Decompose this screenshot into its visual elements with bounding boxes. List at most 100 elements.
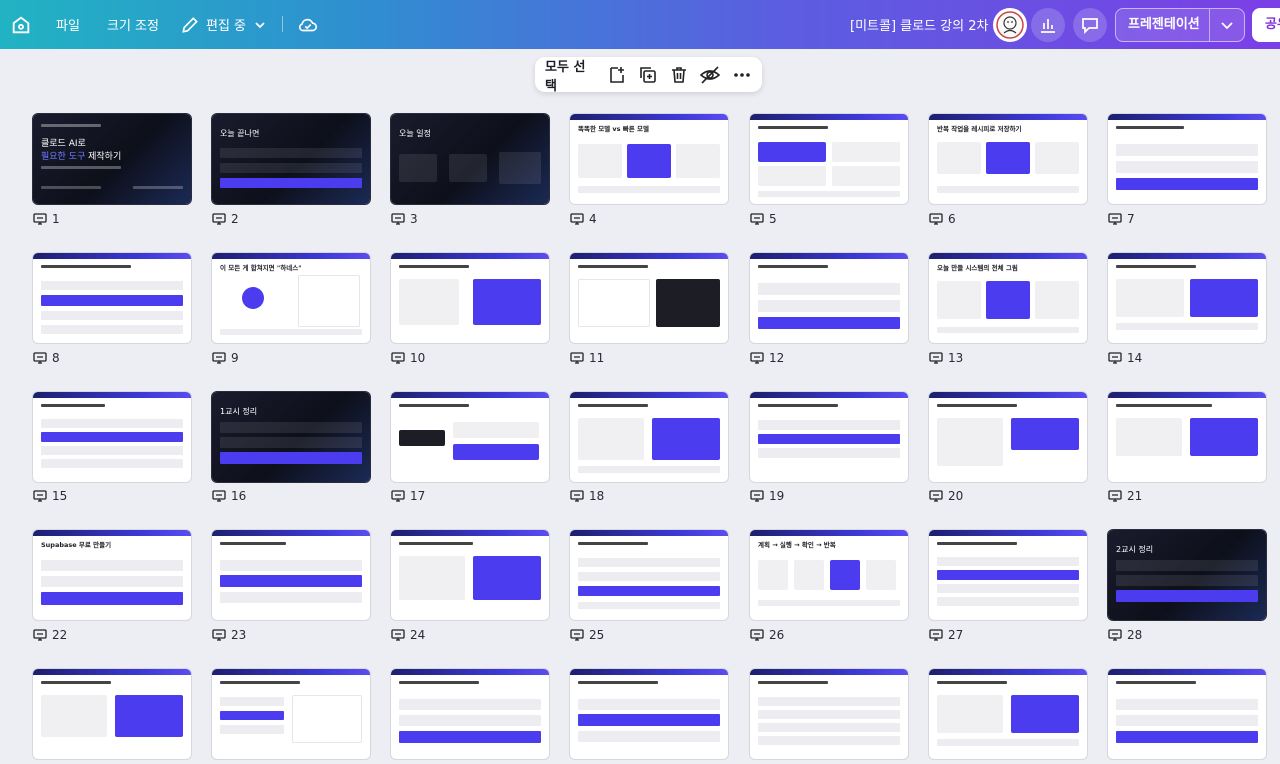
slide-thumbnail-1[interactable]: 클로드 AI로 필요한 도구 제작하기 (33, 114, 191, 204)
chevron-down-icon (255, 21, 265, 28)
slide-thumbnail-8[interactable] (33, 253, 191, 343)
share-button[interactable]: 공유 (1252, 8, 1280, 42)
slide-thumbnail-23[interactable] (212, 530, 370, 620)
chart-icon (1041, 19, 1055, 33)
slide-thumbnail-29[interactable] (33, 669, 191, 759)
slide-thumbnail-14[interactable] (1108, 253, 1266, 343)
slide-thumbnail-4[interactable]: 똑똑한 모델 vs 빠른 모델 (570, 114, 728, 204)
slide-thumbnail-27[interactable] (929, 530, 1087, 620)
present-button[interactable]: 프레젠테이션 (1128, 9, 1200, 41)
slide-thumbnail-13[interactable]: 오늘 만들 시스템의 전체 그림 (929, 253, 1087, 343)
comments-button[interactable] (1073, 8, 1107, 42)
slide-number-26[interactable]: 26 (750, 628, 784, 642)
slide-thumbnail-21[interactable] (1108, 392, 1266, 482)
slide-row (220, 725, 284, 734)
slide-number-25[interactable]: 25 (570, 628, 604, 642)
slide-thumbnail-7[interactable] (1108, 114, 1266, 204)
slide-number-8[interactable]: 8 (33, 351, 60, 365)
slide-number-14[interactable]: 14 (1108, 351, 1142, 365)
document-title[interactable]: [미트콜] 클로드 강의 2차 (850, 0, 988, 49)
slide-card (652, 418, 720, 460)
slide-thumbnail-15[interactable] (33, 392, 191, 482)
slide-thumbnail-10[interactable] (391, 253, 549, 343)
slide-header-strip (212, 669, 370, 675)
slide-thumbnail-11[interactable] (570, 253, 728, 343)
slide-number-17[interactable]: 17 (391, 489, 425, 503)
slide-text-placeholder (1116, 126, 1184, 129)
save-status-button[interactable] (297, 0, 319, 49)
slide-number-23[interactable]: 23 (212, 628, 246, 642)
slide-row (220, 329, 362, 335)
slide-number-15[interactable]: 15 (33, 489, 67, 503)
slide-number-5[interactable]: 5 (750, 212, 777, 226)
slide-number-11[interactable]: 11 (570, 351, 604, 365)
select-all-button[interactable]: 모두 선택 (545, 56, 595, 94)
slide-thumbnail-16[interactable]: 1교시 정리 (212, 392, 370, 482)
slide-number-3[interactable]: 3 (391, 212, 418, 226)
slide-thumbnail-35[interactable] (1108, 669, 1266, 759)
slide-thumbnail-32[interactable] (570, 669, 728, 759)
slide-thumbnail-5[interactable] (750, 114, 908, 204)
more-button[interactable] (731, 64, 752, 86)
slide-header-strip (33, 253, 191, 259)
duplicate-button[interactable] (637, 64, 658, 86)
slide-number-6[interactable]: 6 (929, 212, 956, 226)
presenter-notes-icon (1108, 213, 1122, 225)
slide-number-21[interactable]: 21 (1108, 489, 1142, 503)
slide-thumbnail-2[interactable]: 오늘 끝나면 (212, 114, 370, 204)
slide-thumbnail-30[interactable] (212, 669, 370, 759)
slide-row (220, 592, 362, 603)
add-page-button[interactable] (607, 64, 628, 86)
avatar[interactable] (993, 8, 1027, 42)
edit-mode-menu[interactable]: 편집 중 (180, 0, 266, 49)
delete-button[interactable] (668, 64, 689, 86)
home-icon (12, 16, 30, 33)
slide-number-16[interactable]: 16 (212, 489, 246, 503)
slide-number-9[interactable]: 9 (212, 351, 239, 365)
slide-thumbnail-17[interactable] (391, 392, 549, 482)
hide-button[interactable] (699, 64, 721, 86)
slide-row (41, 295, 183, 306)
slide-number-12[interactable]: 12 (750, 351, 784, 365)
resize-menu[interactable]: 크기 조정 (107, 0, 159, 49)
slide-number-24[interactable]: 24 (391, 628, 425, 642)
slide-thumbnail-9[interactable]: 이 모든 게 합쳐지면 "하네스" (212, 253, 370, 343)
slide-number-13[interactable]: 13 (929, 351, 963, 365)
slide-number-28[interactable]: 28 (1108, 628, 1142, 642)
slide-thumbnail-22[interactable]: Supabase 무료 만들기 (33, 530, 191, 620)
slide-number-20[interactable]: 20 (929, 489, 963, 503)
slide-thumbnail-34[interactable] (929, 669, 1087, 759)
insights-button[interactable] (1031, 8, 1065, 42)
slide-thumbnail-28[interactable]: 2교시 정리 (1108, 530, 1266, 620)
slide-card (676, 144, 720, 178)
slide-thumbnail-6[interactable]: 반복 작업을 레시피로 저장하기 (929, 114, 1087, 204)
slide-number-2[interactable]: 2 (212, 212, 239, 226)
slide-row (758, 434, 900, 444)
slide-number-19[interactable]: 19 (750, 489, 784, 503)
slide-thumbnail-25[interactable] (570, 530, 728, 620)
slide-thumbnail-3[interactable]: 오늘 일정 (391, 114, 549, 204)
slide-thumbnail-33[interactable] (750, 669, 908, 759)
slide-thumbnail-24[interactable] (391, 530, 549, 620)
slide-number-27[interactable]: 27 (929, 628, 963, 642)
slide-thumbnail-26[interactable]: 계획 → 실행 → 확인 → 반복 (750, 530, 908, 620)
slide-number-10[interactable]: 10 (391, 351, 425, 365)
slide-number-4[interactable]: 4 (570, 212, 597, 226)
presenter-notes-icon (212, 352, 226, 364)
present-options-button[interactable] (1217, 15, 1237, 39)
slide-thumbnail-19[interactable] (750, 392, 908, 482)
slide-card (399, 556, 465, 600)
slide-number-18[interactable]: 18 (570, 489, 604, 503)
slide-thumbnail-31[interactable] (391, 669, 549, 759)
file-menu[interactable]: 파일 (56, 0, 80, 49)
slide-card (758, 142, 826, 162)
slide-title: Supabase 무료 만들기 (41, 541, 112, 549)
slide-thumbnail-12[interactable] (750, 253, 908, 343)
slide-thumbnail-18[interactable] (570, 392, 728, 482)
home-button[interactable] (10, 0, 32, 49)
slide-number-1[interactable]: 1 (33, 212, 60, 226)
slide-card (578, 144, 622, 178)
slide-number-22[interactable]: 22 (33, 628, 67, 642)
slide-number-7[interactable]: 7 (1108, 212, 1135, 226)
slide-thumbnail-20[interactable] (929, 392, 1087, 482)
